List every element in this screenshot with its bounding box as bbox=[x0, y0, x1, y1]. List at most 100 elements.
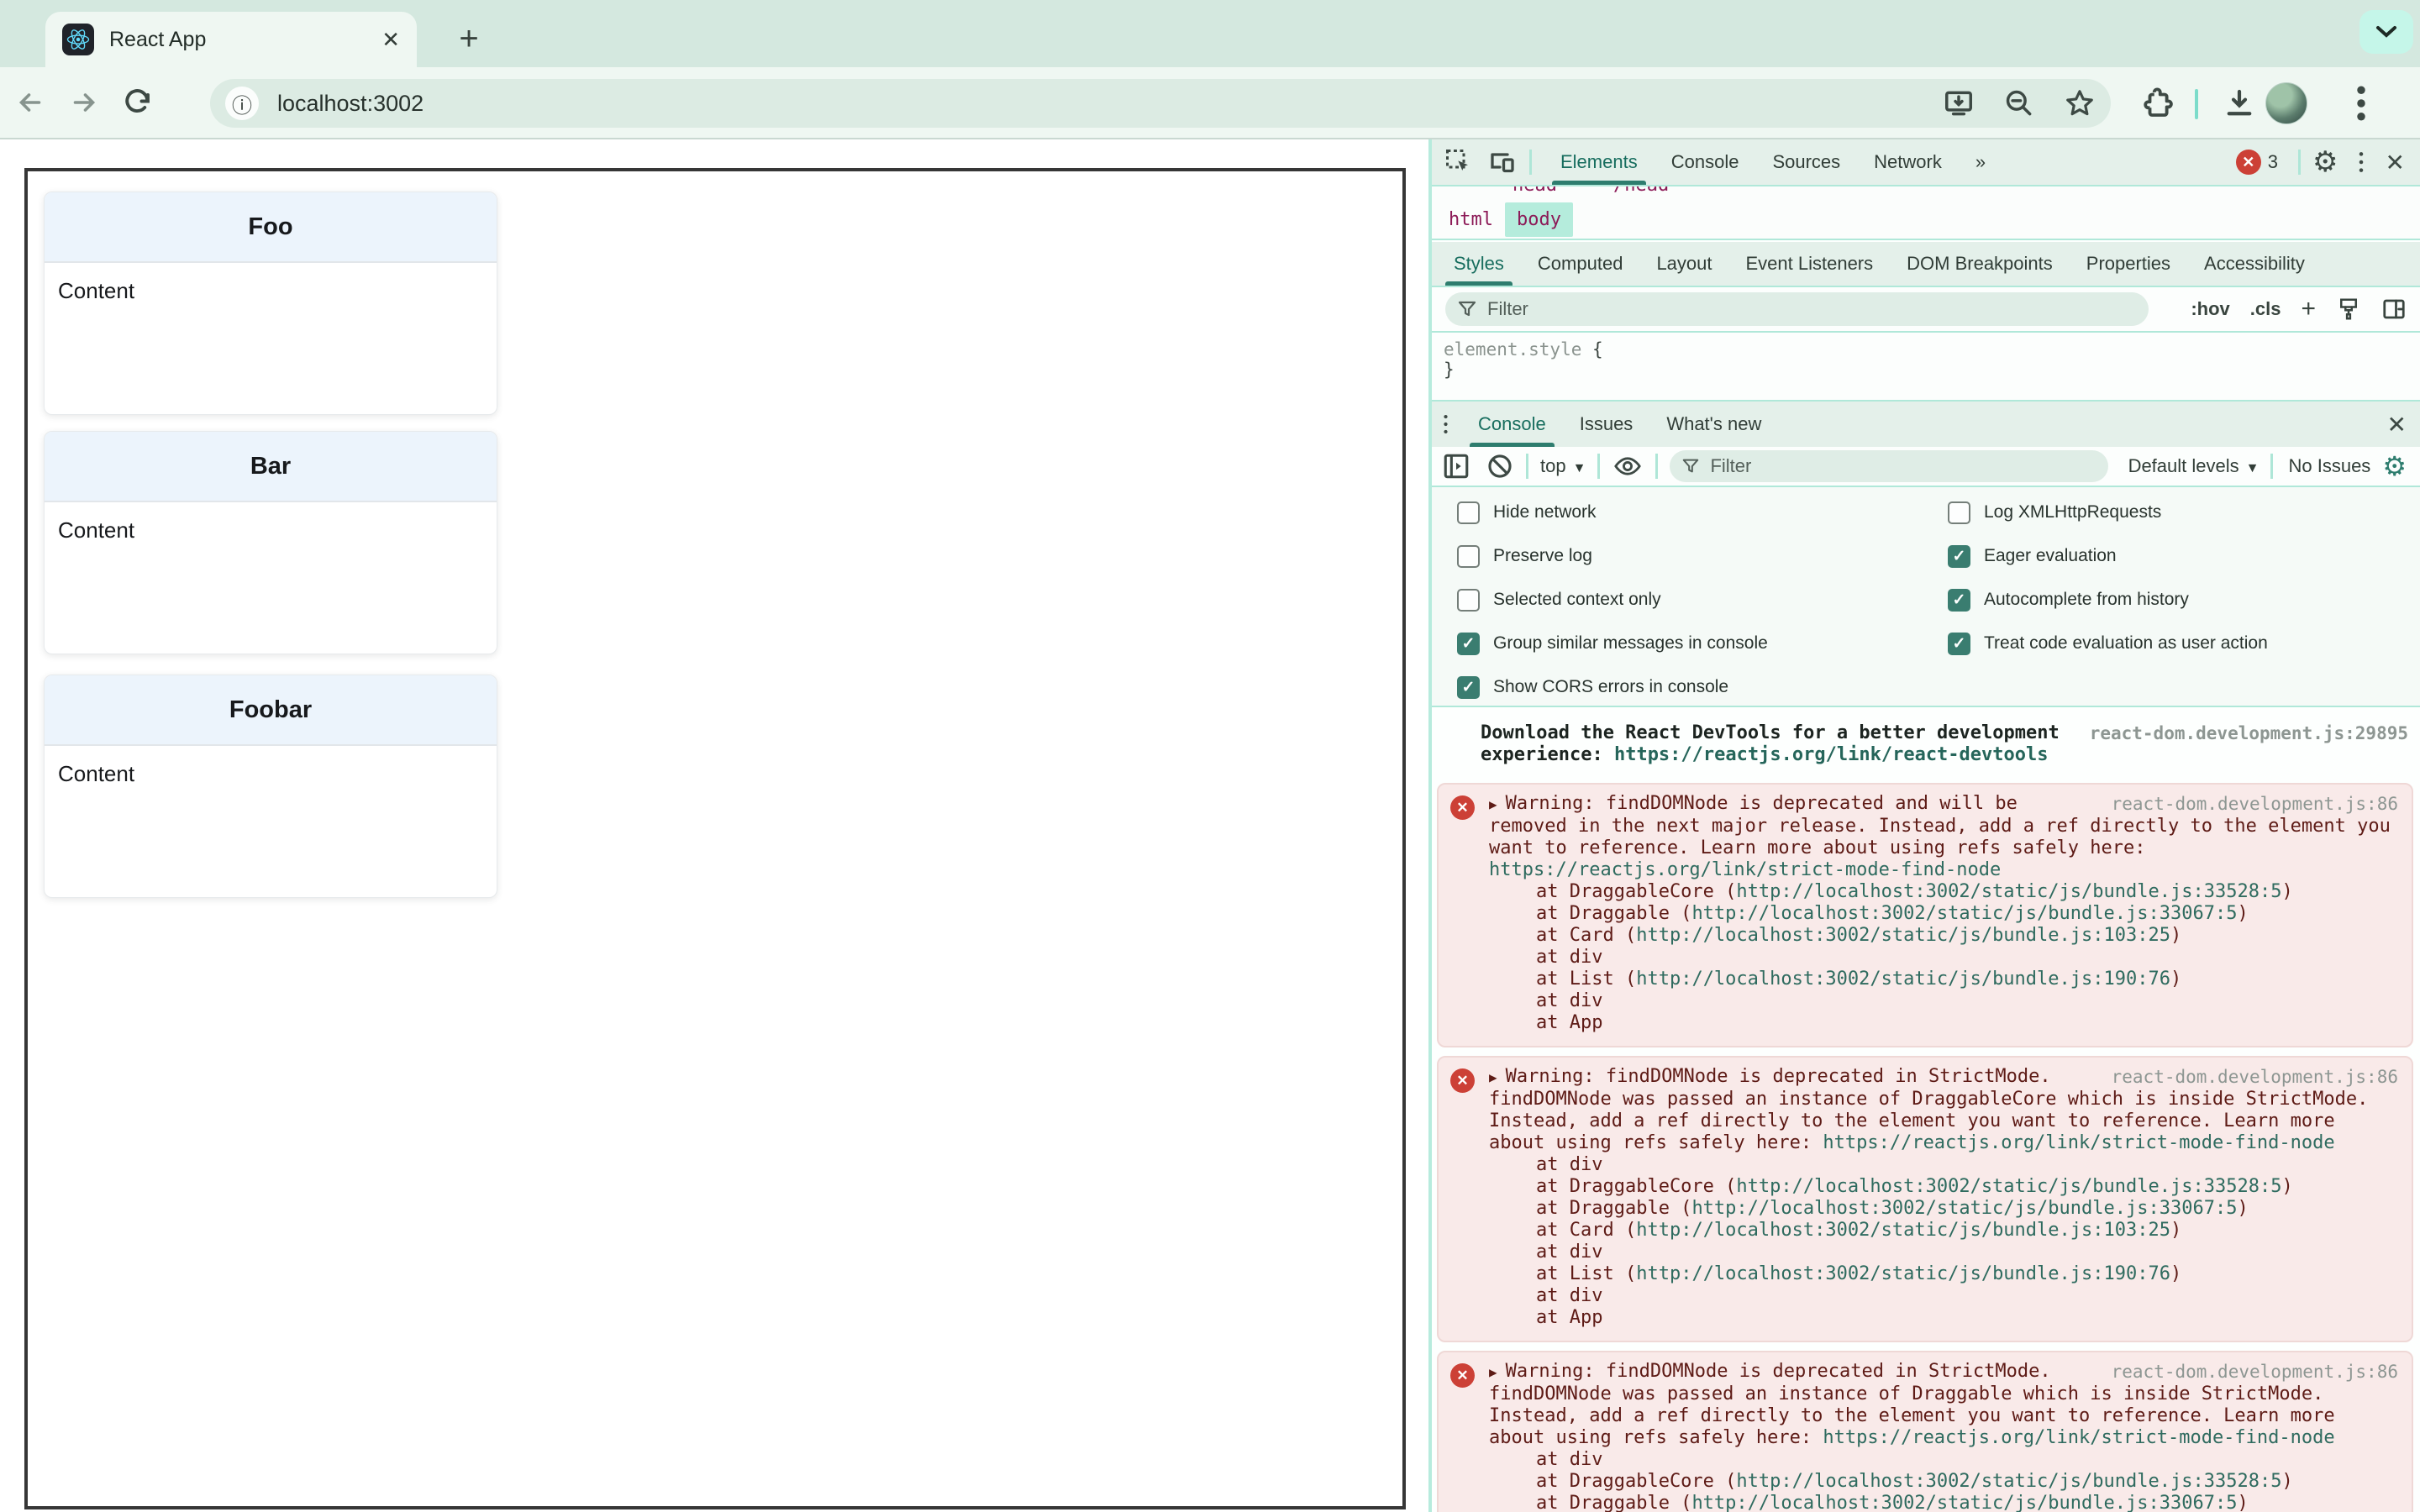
toggle-sidebar-icon[interactable] bbox=[2381, 297, 2407, 322]
setting-selected-context-only[interactable]: Selected context only bbox=[1457, 588, 1768, 612]
tab-event-listeners[interactable]: Event Listeners bbox=[1729, 242, 1891, 286]
setting-treat-code-evaluation-as-user-action[interactable]: ✓ Treat code evaluation as user action bbox=[1948, 632, 2268, 655]
devtools-settings-gear-icon[interactable]: ⚙ bbox=[2312, 145, 2338, 179]
tab-close-icon[interactable]: ✕ bbox=[381, 27, 400, 53]
new-style-rule-button[interactable]: + bbox=[2301, 295, 2316, 323]
downloads-icon[interactable] bbox=[2222, 86, 2257, 121]
site-info-icon[interactable]: ⓘ bbox=[225, 87, 259, 120]
profile-avatar[interactable] bbox=[2265, 82, 2307, 124]
strict-mode-doc-link[interactable]: https://reactjs.org/link/strict-mode-fin… bbox=[1823, 1427, 2334, 1448]
message-source-link[interactable]: react-dom.development.js:86 bbox=[2112, 793, 2398, 815]
tab-console[interactable]: Console bbox=[1655, 139, 1756, 185]
checkbox-unchecked-icon[interactable] bbox=[1457, 588, 1480, 612]
tab-accessibility[interactable]: Accessibility bbox=[2187, 242, 2322, 286]
clear-console-icon[interactable] bbox=[1486, 452, 1514, 480]
expand-triangle-icon[interactable]: ▶ bbox=[1489, 1069, 1497, 1085]
card-foobar[interactable]: Foobar Content bbox=[44, 675, 497, 898]
issues-counter[interactable]: No Issues bbox=[2288, 455, 2370, 477]
reload-icon[interactable] bbox=[114, 79, 161, 126]
tab-network[interactable]: Network bbox=[1857, 139, 1959, 185]
message-source-link[interactable]: react-dom.development.js:86 bbox=[2112, 1361, 2398, 1383]
console-info-message[interactable]: react-dom.development.js:29895 Download … bbox=[1432, 719, 2420, 774]
forward-icon[interactable] bbox=[60, 79, 108, 126]
console-warning-message[interactable]: ✕ react-dom.development.js:86 ▶ Warning: fi… bbox=[1437, 1056, 2413, 1342]
card-header[interactable]: Foobar bbox=[45, 675, 497, 746]
extensions-icon[interactable] bbox=[2141, 86, 2176, 121]
breadcrumb-html[interactable]: html bbox=[1437, 202, 1505, 237]
bundle-source-link[interactable]: http://localhost:3002/static/js/bundle.j… bbox=[1691, 903, 2237, 924]
console-warning-message[interactable]: ✕ react-dom.development.js:86 ▶ Warning: fi… bbox=[1437, 1351, 2413, 1512]
elements-tree-clipped-row[interactable]: head /head bbox=[1432, 186, 2420, 200]
install-app-icon[interactable] bbox=[1943, 87, 1975, 119]
bundle-source-link[interactable]: http://localhost:3002/static/js/bundle.j… bbox=[1691, 1493, 2237, 1512]
tab-layout[interactable]: Layout bbox=[1639, 242, 1728, 286]
devtools-close-icon[interactable]: ✕ bbox=[2386, 149, 2405, 176]
browser-menu-kebab-icon[interactable] bbox=[2344, 81, 2378, 126]
bundle-source-link[interactable]: http://localhost:3002/static/js/bundle.j… bbox=[1736, 1176, 2281, 1197]
bundle-source-link[interactable]: http://localhost:3002/static/js/bundle.j… bbox=[1736, 1471, 2281, 1492]
console-settings-gear-icon[interactable]: ⚙ bbox=[2382, 450, 2407, 482]
context-selector[interactable]: top ▼ bbox=[1540, 455, 1586, 477]
devtools-menu-kebab-icon[interactable] bbox=[2355, 148, 2367, 176]
card-bar[interactable]: Bar Content bbox=[44, 431, 497, 654]
console-error-badge[interactable]: ✕ 3 bbox=[2235, 150, 2286, 175]
card-foo[interactable]: Foo Content bbox=[44, 192, 497, 415]
back-icon[interactable] bbox=[7, 79, 54, 126]
new-tab-button[interactable]: + bbox=[445, 15, 492, 62]
toggle-class-button[interactable]: .cls bbox=[2250, 298, 2281, 320]
checkbox-unchecked-icon[interactable] bbox=[1457, 544, 1480, 568]
setting-group-similar-messages-in-console[interactable]: ✓ Group similar messages in console bbox=[1457, 632, 1768, 655]
tab-sources[interactable]: Sources bbox=[1755, 139, 1857, 185]
bundle-source-link[interactable]: http://localhost:3002/static/js/bundle.j… bbox=[1736, 881, 2281, 902]
checkbox-checked-icon[interactable]: ✓ bbox=[1948, 588, 1970, 612]
expand-triangle-icon[interactable]: ▶ bbox=[1489, 796, 1497, 812]
checkbox-checked-icon[interactable]: ✓ bbox=[1457, 632, 1480, 655]
live-expression-eye-icon[interactable] bbox=[1612, 452, 1644, 480]
expand-triangle-icon[interactable]: ▶ bbox=[1489, 1364, 1497, 1380]
drawer-tab-console[interactable]: Console bbox=[1461, 402, 1563, 447]
setting-log-xmlhttprequests[interactable]: Log XMLHttpRequests bbox=[1948, 501, 2268, 524]
browser-tab-react-app[interactable]: React App ✕ bbox=[45, 12, 417, 67]
bundle-source-link[interactable]: http://localhost:3002/static/js/bundle.j… bbox=[1636, 969, 2170, 990]
styles-filter-input[interactable]: Filter bbox=[1445, 292, 2149, 326]
message-source-link[interactable]: react-dom.development.js:29895 bbox=[2090, 722, 2408, 744]
breadcrumb-body[interactable]: body bbox=[1504, 202, 1573, 237]
device-toolbar-icon[interactable] bbox=[1487, 147, 1518, 177]
tab-elements[interactable]: Elements bbox=[1544, 139, 1655, 185]
setting-eager-evaluation[interactable]: ✓ Eager evaluation bbox=[1948, 544, 2268, 568]
message-source-link[interactable]: react-dom.development.js:86 bbox=[2112, 1066, 2398, 1088]
bundle-source-link[interactable]: http://localhost:3002/static/js/bundle.j… bbox=[1691, 1198, 2237, 1219]
tab-properties[interactable]: Properties bbox=[2070, 242, 2187, 286]
checkbox-checked-icon[interactable]: ✓ bbox=[1948, 544, 1970, 568]
inspect-element-icon[interactable] bbox=[1444, 147, 1472, 177]
drawer-close-icon[interactable]: ✕ bbox=[2387, 411, 2407, 438]
strict-mode-doc-link[interactable]: https://reactjs.org/link/strict-mode-fin… bbox=[1823, 1132, 2334, 1153]
checkbox-checked-icon[interactable]: ✓ bbox=[1948, 632, 1970, 655]
bookmark-star-icon[interactable] bbox=[2064, 87, 2096, 119]
checkbox-unchecked-icon[interactable] bbox=[1948, 501, 1970, 524]
element-style-rule[interactable]: element.style { } bbox=[1432, 333, 2420, 402]
checkbox-unchecked-icon[interactable] bbox=[1457, 501, 1480, 524]
tab-computed[interactable]: Computed bbox=[1521, 242, 1640, 286]
setting-autocomplete-from-history[interactable]: ✓ Autocomplete from history bbox=[1948, 588, 2268, 612]
tab-dom-breakpoints[interactable]: DOM Breakpoints bbox=[1890, 242, 2070, 286]
console-warning-message[interactable]: ✕ react-dom.development.js:86 ▶ Warning: fi… bbox=[1437, 783, 2413, 1047]
tab-styles[interactable]: Styles bbox=[1437, 242, 1521, 286]
card-header[interactable]: Bar bbox=[45, 432, 497, 502]
toggle-pseudo-state-button[interactable]: :hov bbox=[2191, 298, 2229, 320]
tab-[interactable]: » bbox=[1959, 139, 2002, 185]
react-devtools-link[interactable]: https://reactjs.org/link/react-devtools bbox=[1614, 744, 2049, 766]
zoom-out-icon[interactable] bbox=[2003, 87, 2035, 119]
bundle-source-link[interactable]: http://localhost:3002/static/js/bundle.j… bbox=[1636, 925, 2170, 946]
setting-show-cors-errors-in-console[interactable]: ✓ Show CORS errors in console bbox=[1457, 675, 1768, 699]
drawer-tab-issues[interactable]: Issues bbox=[1563, 402, 1650, 447]
console-filter-input[interactable]: Filter bbox=[1670, 450, 2108, 482]
card-header[interactable]: Foo bbox=[45, 192, 497, 263]
setting-hide-network[interactable]: Hide network bbox=[1457, 501, 1768, 524]
checkbox-checked-icon[interactable]: ✓ bbox=[1457, 675, 1480, 699]
bundle-source-link[interactable]: http://localhost:3002/static/js/bundle.j… bbox=[1636, 1263, 2170, 1284]
drawer-menu-kebab-icon[interactable] bbox=[1440, 411, 1451, 438]
console-sidebar-toggle-icon[interactable] bbox=[1442, 452, 1470, 480]
rendering-brush-icon[interactable] bbox=[2336, 297, 2361, 322]
address-bar[interactable]: ⓘ localhost:3002 bbox=[210, 79, 2111, 128]
